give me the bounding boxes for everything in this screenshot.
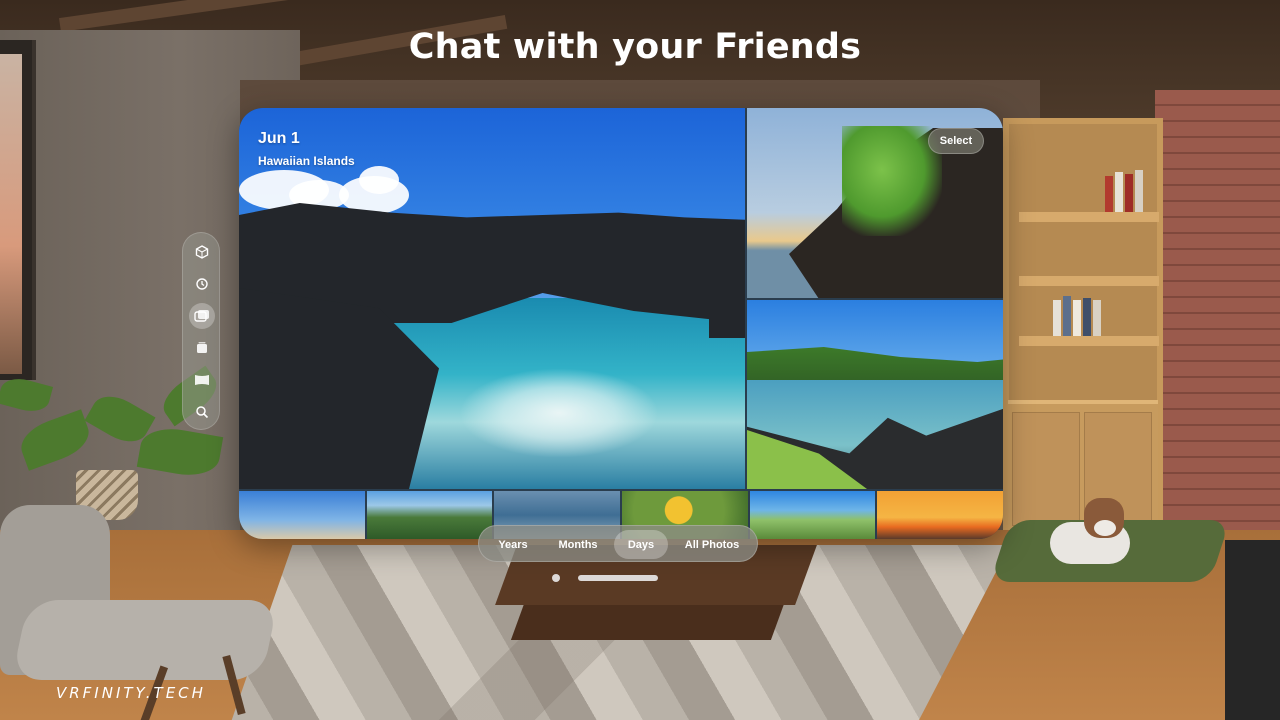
panoramas-icon [195, 375, 209, 385]
thumbnail[interactable] [877, 491, 1003, 539]
albums-icon [197, 342, 207, 353]
tab-years[interactable]: Years [485, 530, 541, 559]
thumbnail[interactable] [749, 491, 876, 539]
photo-tile[interactable] [747, 300, 1003, 489]
sidebar-item-memories[interactable] [189, 271, 215, 297]
headline: Chat with your Friends [408, 27, 862, 67]
watermark: VRFINITY.TECH [56, 684, 206, 702]
thumbnail[interactable] [366, 491, 493, 539]
library-icon [194, 310, 209, 322]
window-grabber[interactable] [578, 575, 658, 581]
window-close-dot[interactable] [552, 574, 560, 582]
memories-icon [196, 278, 208, 290]
brick-wall [1155, 90, 1280, 550]
photo-location: Hawaiian Islands [258, 154, 355, 168]
photos-window: Jun 1 Hawaiian Islands [239, 108, 1003, 539]
select-button[interactable]: Select [928, 128, 984, 154]
sidebar-item-search[interactable] [189, 399, 215, 425]
sidebar-item-panoramas[interactable] [189, 367, 215, 393]
tab-months[interactable]: Months [547, 530, 609, 559]
search-icon [196, 406, 209, 419]
photo-date: Jun 1 [258, 130, 300, 147]
view-segmented-control: Years Months Days All Photos [478, 525, 758, 562]
featured-photo[interactable]: Jun 1 Hawaiian Islands [239, 108, 745, 489]
dog [1050, 498, 1140, 568]
window [0, 40, 36, 380]
doorway [1225, 540, 1280, 720]
sidebar-item-albums[interactable] [189, 335, 215, 361]
sidebar-item-spatial[interactable] [189, 239, 215, 265]
sidebar-item-library[interactable] [189, 303, 215, 329]
spatial-icon [195, 245, 209, 259]
thumbnail[interactable] [239, 491, 365, 539]
tab-all-photos[interactable]: All Photos [673, 530, 751, 559]
tab-days[interactable]: Days [614, 530, 668, 559]
photos-sidebar [182, 232, 220, 430]
